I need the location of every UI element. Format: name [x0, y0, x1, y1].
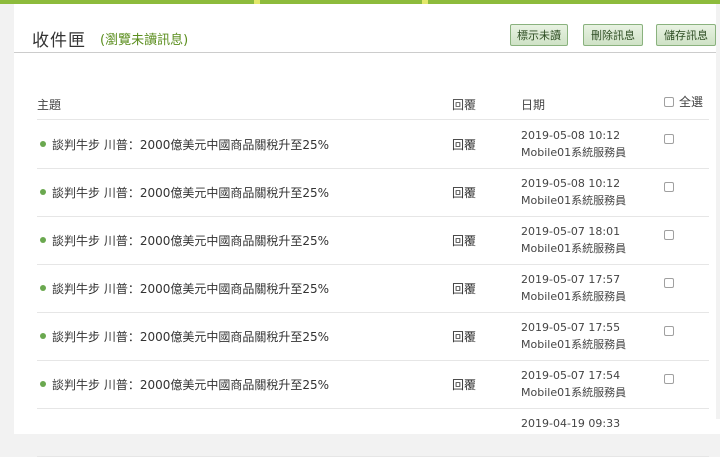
message-sender: Mobile01系統服務員 — [521, 386, 627, 399]
message-subject-link[interactable]: 談判牛步 川普：2000億美元中國商品關稅升至25% — [52, 136, 329, 153]
row-select-checkbox[interactable] — [664, 230, 674, 240]
message-date: 2019-05-08 10:12 — [521, 129, 621, 142]
unread-dot-icon — [40, 285, 46, 291]
row-select-checkbox[interactable] — [664, 374, 674, 384]
unread-dot-icon — [40, 237, 46, 243]
message-sender: Mobile01系統服務員 — [521, 242, 627, 255]
unread-dot-icon — [40, 381, 46, 387]
select-all-label: 全選 — [679, 95, 704, 109]
unread-dot-icon — [40, 333, 46, 339]
page-edge — [716, 4, 720, 419]
message-subject-link[interactable]: 談判牛步 川普：2000億美元中國商品關稅升至25% — [52, 376, 329, 393]
select-all-checkbox[interactable] — [664, 96, 674, 107]
message-date: 2019-05-08 10:12 — [521, 177, 621, 190]
message-subject-link[interactable]: 談判牛步 川普：2000億美元中國商品關稅升至25% — [52, 232, 329, 249]
reply-link[interactable]: 回覆 — [452, 184, 476, 201]
view-unread-link[interactable]: (瀏覽未讀訊息) — [100, 29, 188, 48]
column-header-subject: 主題 — [37, 98, 62, 112]
message-date: 2019-04-19 09:33 — [521, 417, 621, 430]
reply-link[interactable]: 回覆 — [452, 232, 476, 249]
message-subject-link[interactable]: 談判牛步 川普：2000億美元中國商品關稅升至25% — [52, 184, 329, 201]
table-row[interactable]: 談判牛步 川普：2000億美元中國商品關稅升至25% 回覆 2019-05-07 1… — [37, 264, 709, 313]
reply-link[interactable]: 回覆 — [452, 280, 476, 297]
row-select-checkbox[interactable] — [664, 326, 674, 336]
row-select-checkbox[interactable] — [664, 182, 674, 192]
inbox-header: 收件匣 (瀏覽未讀訊息) 標示未讀 刪除訊息 儲存訊息 — [14, 4, 720, 52]
row-select-checkbox[interactable] — [664, 134, 674, 144]
message-date: 2019-05-07 17:55 — [521, 321, 621, 334]
message-subject-link[interactable]: 談判牛步 川普：2000億美元中國商品關稅升至25% — [52, 280, 329, 297]
message-sender: Mobile01系統服務員 — [521, 146, 627, 159]
select-all-control[interactable]: 全選 — [664, 93, 703, 110]
table-row[interactable]: 2019-04-19 09:33 — [37, 408, 709, 457]
column-header-reply: 回覆 — [452, 98, 477, 112]
message-date: 2019-05-07 17:57 — [521, 273, 621, 286]
message-sender: Mobile01系統服務員 — [521, 290, 627, 303]
reply-link[interactable]: 回覆 — [452, 328, 476, 345]
row-select-checkbox[interactable] — [664, 278, 674, 288]
page-title: 收件匣 — [32, 31, 86, 51]
save-message-button[interactable]: 儲存訊息 — [656, 24, 716, 46]
reply-link[interactable]: 回覆 — [452, 376, 476, 393]
header-divider — [14, 52, 720, 53]
delete-message-button[interactable]: 刪除訊息 — [583, 24, 643, 46]
mark-unread-button[interactable]: 標示未讀 — [510, 24, 568, 46]
message-sender: Mobile01系統服務員 — [521, 194, 627, 207]
inbox-panel: 收件匣 (瀏覽未讀訊息) 標示未讀 刪除訊息 儲存訊息 主題 回覆 日期 全選 … — [14, 4, 720, 457]
table-row[interactable]: 談判牛步 川普：2000億美元中國商品關稅升至25% 回覆 2019-05-08 1… — [37, 168, 709, 217]
table-row[interactable]: 談判牛步 川普：2000億美元中國商品關稅升至25% 回覆 2019-05-07 1… — [37, 312, 709, 361]
unread-dot-icon — [40, 141, 46, 147]
message-subject-link[interactable]: 談判牛步 川普：2000億美元中國商品關稅升至25% — [52, 328, 329, 345]
table-row[interactable]: 談判牛步 川普：2000億美元中國商品關稅升至25% 回覆 2019-05-08 1… — [37, 120, 709, 169]
table-row[interactable]: 談判牛步 川普：2000億美元中國商品關稅升至25% 回覆 2019-05-07 1… — [37, 360, 709, 409]
table-row[interactable]: 談判牛步 川普：2000億美元中國商品關稅升至25% 回覆 2019-05-07 1… — [37, 216, 709, 265]
unread-dot-icon — [40, 189, 46, 195]
message-sender: Mobile01系統服務員 — [521, 338, 627, 351]
message-date: 2019-05-07 18:01 — [521, 225, 621, 238]
column-header-date: 日期 — [521, 98, 546, 112]
message-date: 2019-05-07 17:54 — [521, 369, 621, 382]
reply-link[interactable]: 回覆 — [452, 136, 476, 153]
